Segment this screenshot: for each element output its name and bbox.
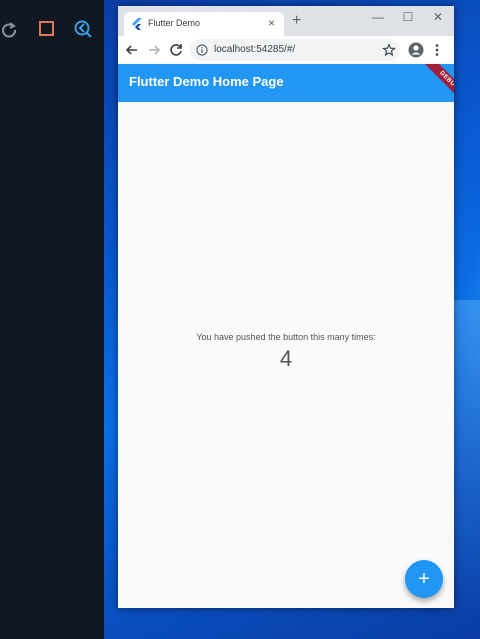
counter-label: You have pushed the button this many tim… — [196, 332, 376, 342]
tab-strip: Flutter Demo × + — ☐ ✕ — [118, 6, 454, 36]
url-text: localhost:54285/#/ — [214, 44, 296, 55]
debug-banner: DEBUG — [420, 64, 454, 102]
ide-panel — [0, 0, 104, 639]
profile-avatar-icon[interactable] — [408, 42, 424, 58]
page-title: Flutter Demo Home Page — [129, 74, 284, 89]
app-body: You have pushed the button this many tim… — [118, 102, 454, 608]
back-arrow-icon[interactable] — [124, 42, 140, 58]
app-bar: Flutter Demo Home Page DEBUG — [118, 64, 454, 102]
tab-flutter-demo[interactable]: Flutter Demo × — [124, 12, 284, 36]
restart-icon[interactable] — [0, 20, 18, 38]
bookmark-star-icon[interactable] — [382, 43, 396, 57]
counter-value: 4 — [279, 346, 293, 371]
site-info-icon[interactable] — [196, 44, 208, 56]
tab-close-icon[interactable]: × — [268, 16, 275, 30]
stop-icon[interactable] — [38, 20, 56, 38]
more-menu-icon[interactable] — [432, 42, 442, 58]
browser-toolbar: localhost:54285/#/ — [118, 36, 454, 64]
minimize-button[interactable]: — — [368, 10, 388, 24]
reload-icon[interactable] — [168, 42, 184, 58]
increment-button[interactable]: + — [405, 560, 443, 598]
flutter-favicon-icon — [132, 18, 142, 30]
flutter-inspector-icon[interactable] — [74, 20, 92, 38]
address-bar[interactable]: localhost:54285/#/ — [190, 39, 400, 61]
forward-arrow-icon[interactable] — [146, 42, 162, 58]
new-tab-button[interactable]: + — [292, 12, 301, 30]
close-window-button[interactable]: ✕ — [428, 10, 448, 24]
browser-window: Flutter Demo × + — ☐ ✕ localhost:54285/#… — [118, 6, 454, 608]
maximize-button[interactable]: ☐ — [398, 10, 418, 24]
tab-title: Flutter Demo — [148, 18, 201, 28]
